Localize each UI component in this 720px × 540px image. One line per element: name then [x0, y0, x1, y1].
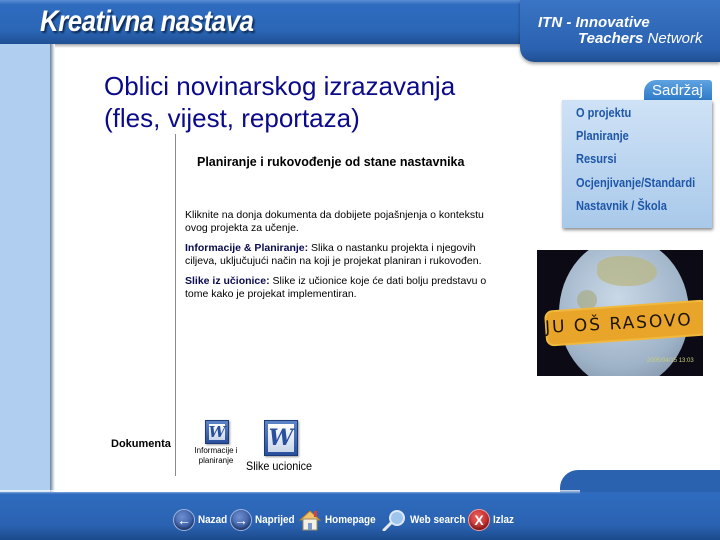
- brand-network: Network: [643, 30, 703, 47]
- page-title-line-1: Oblici novinarskog izrazavanja: [104, 71, 456, 101]
- page-title: Oblici novinarskog izrazavanja (fles, vi…: [104, 70, 524, 134]
- brand-line-2: Teachers Network: [578, 30, 703, 47]
- info-paragraph: Informacije & Planiranje: Slika o nastan…: [185, 242, 505, 268]
- back-button[interactable]: ← Nazad: [173, 509, 230, 531]
- classroom-paragraph: Slike iz učionice: Slike iz učionice koj…: [185, 275, 505, 301]
- back-label: Nazad: [198, 514, 228, 526]
- section-subheading: Planiranje i rukovođenje od stane nastav…: [197, 155, 465, 169]
- exit-button[interactable]: X Izlaz: [468, 509, 516, 531]
- page-title-line-2: (fles, vijest, reportaza): [104, 103, 360, 133]
- intro-paragraph: Kliknite na donja dokumenta da dobijete …: [185, 209, 484, 234]
- arrow-right-icon: →: [230, 509, 252, 531]
- document-link-info[interactable]: Informacije i planiranje: [192, 446, 240, 466]
- vertical-divider: [175, 134, 176, 476]
- left-stripe-shadow: [50, 44, 55, 492]
- home-icon: [298, 510, 322, 531]
- word-w-glyph: W: [268, 425, 294, 451]
- sidebar-tab-label: Sadržaj: [652, 82, 703, 99]
- globe-land: [597, 256, 657, 286]
- exit-icon: X: [468, 509, 490, 531]
- arrow-left-icon: ←: [173, 509, 195, 531]
- left-stripe: [0, 44, 52, 492]
- homepage-button[interactable]: Homepage: [298, 509, 381, 531]
- brand-teachers: Teachers: [578, 30, 644, 47]
- photo-timestamp: 2005/04/15 13:03: [647, 358, 694, 364]
- brand-line-1: ITN - Innovative: [538, 14, 650, 31]
- web-search-label: Web search: [410, 514, 466, 526]
- word-w-glyph: W: [208, 423, 226, 441]
- sidebar-item-planiranje[interactable]: Planiranje: [576, 128, 629, 143]
- web-search-button[interactable]: Web search: [381, 509, 472, 531]
- forward-button[interactable]: → Naprijed: [230, 509, 299, 531]
- classroom-photo: JU OŠ RASOVO 2005/04/15 13:03: [537, 250, 703, 376]
- sidebar-item-o-projektu[interactable]: O projektu: [576, 105, 631, 120]
- sidebar-item-ocjenjivanje[interactable]: Ocjenjivanje/Standardi: [576, 175, 695, 190]
- magnifier-icon: [382, 510, 405, 531]
- homepage-label: Homepage: [325, 514, 376, 526]
- forward-label: Naprijed: [255, 514, 295, 526]
- document-link-classroom[interactable]: Slike ucionice: [246, 459, 312, 473]
- app-title: Kreativna nastava: [40, 5, 254, 38]
- sidebar-item-resursi[interactable]: Resursi: [576, 151, 617, 166]
- sidebar-item-nastavnik-skola[interactable]: Nastavnik / Škola: [576, 198, 667, 213]
- word-document-icon[interactable]: W: [264, 420, 298, 456]
- info-term: Informacije & Planiranje:: [185, 242, 309, 254]
- exit-label: Izlaz: [493, 514, 514, 526]
- footer-highlight: [0, 490, 580, 494]
- word-document-icon[interactable]: W: [205, 420, 229, 444]
- header-shadow: [0, 44, 520, 48]
- classroom-term: Slike iz učionice:: [185, 275, 270, 287]
- documents-label: Dokumenta: [111, 438, 171, 450]
